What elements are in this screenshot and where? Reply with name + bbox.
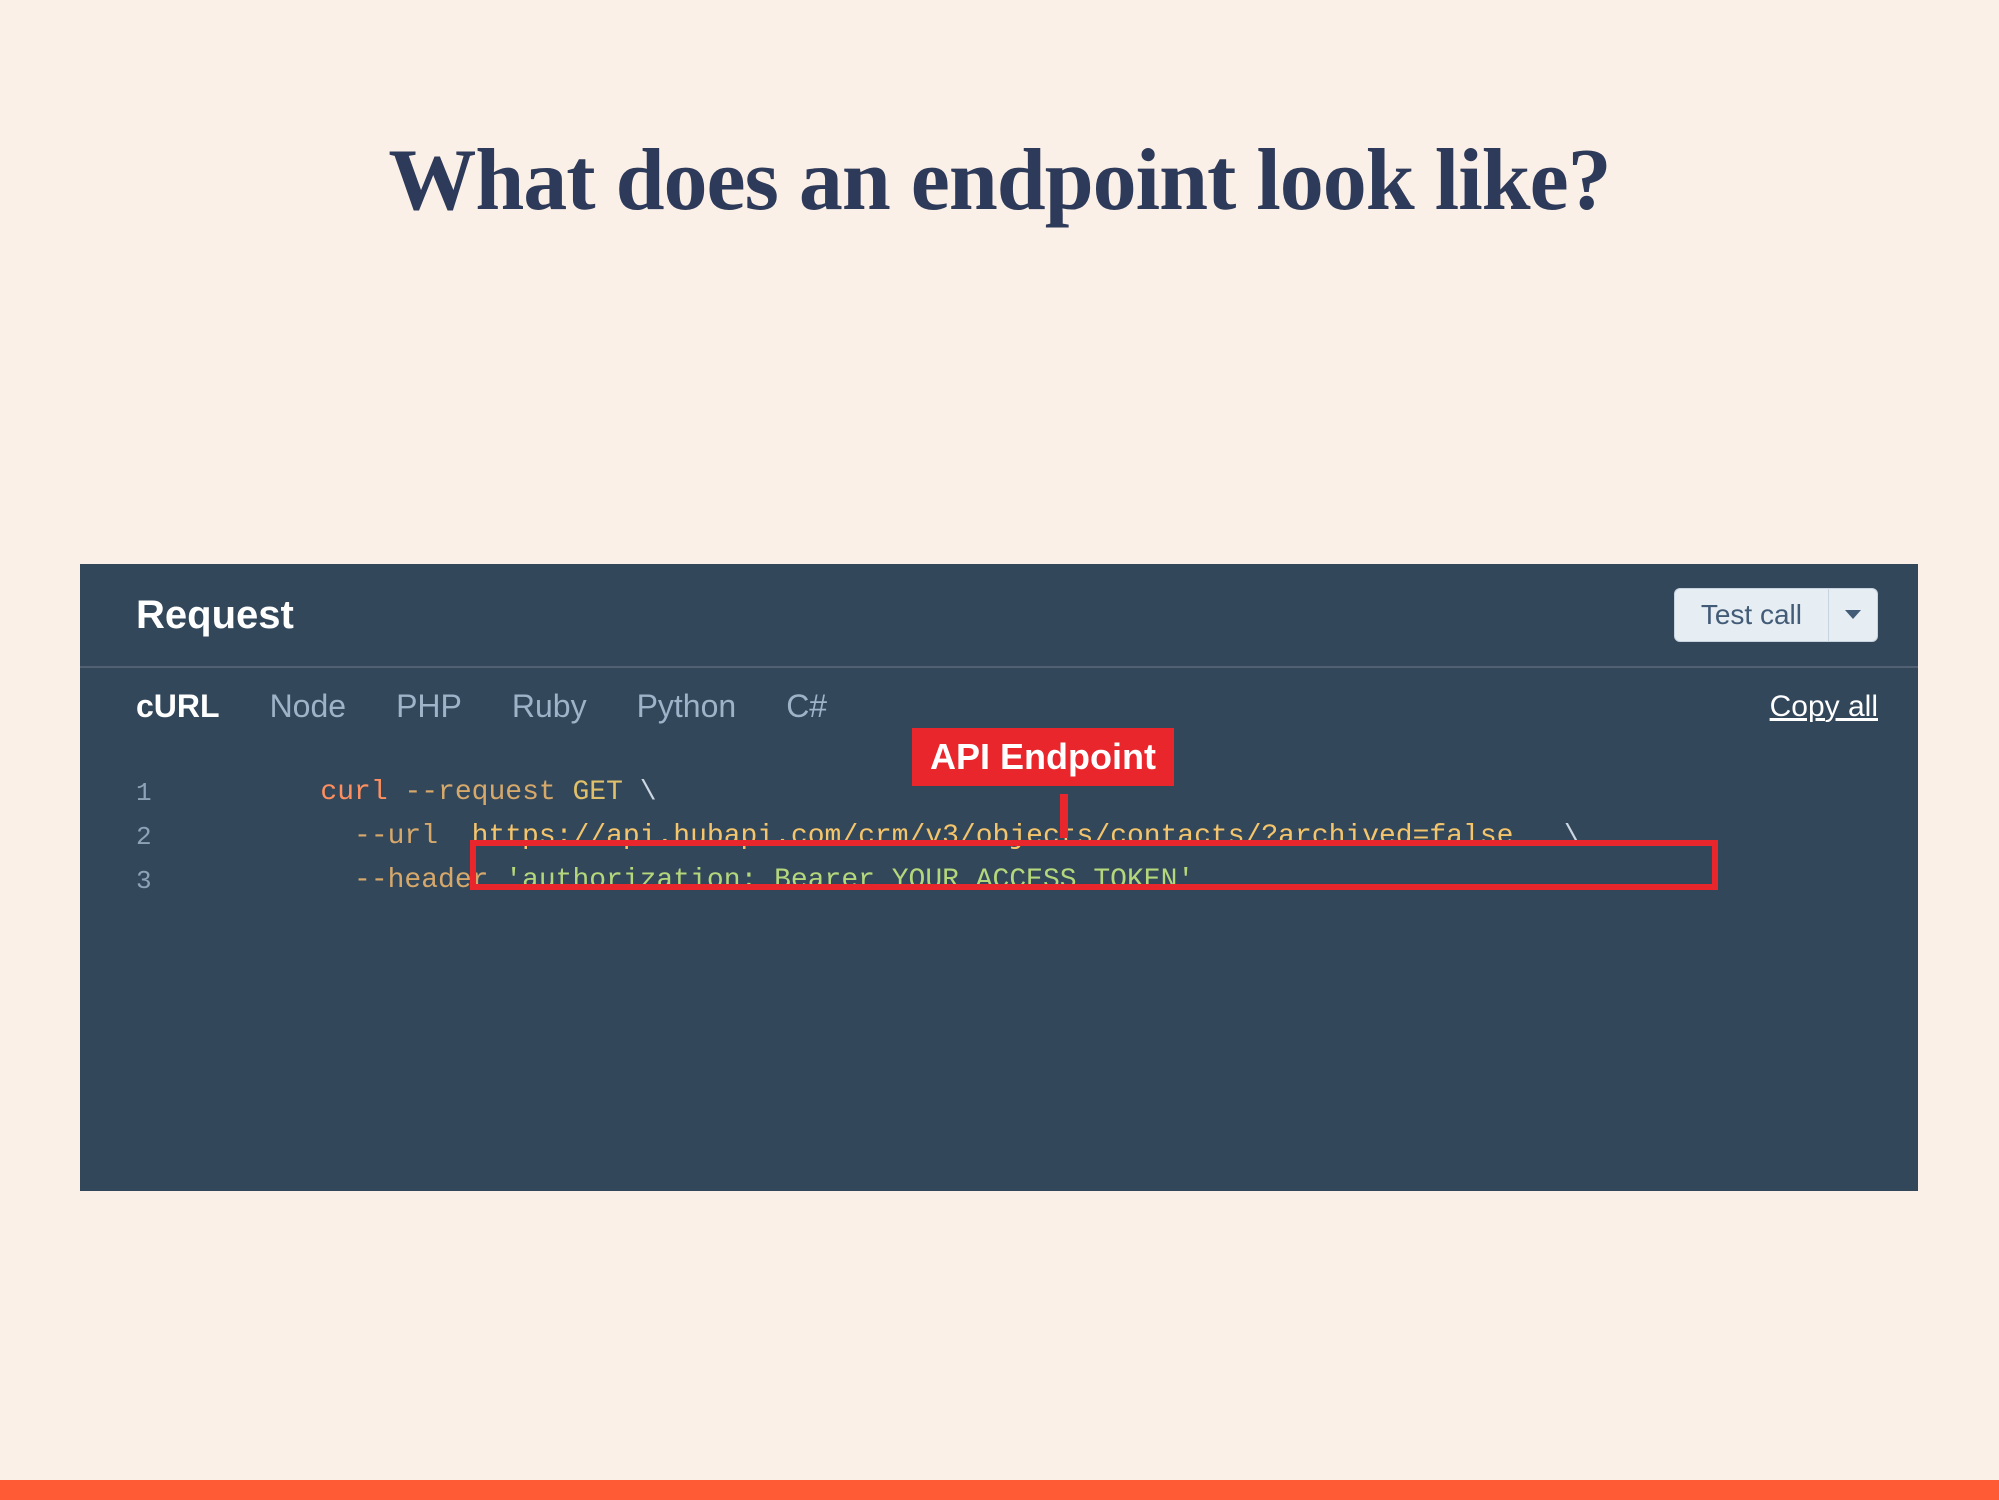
chevron-down-icon[interactable] [1829, 589, 1877, 641]
annotation-label: API Endpoint [912, 728, 1174, 786]
page-title: What does an endpoint look like? [0, 130, 1999, 231]
panel-header-title: Request [136, 593, 294, 638]
tab-curl[interactable]: cURL [136, 688, 220, 725]
line-number: 3 [136, 859, 186, 903]
footer: HubSp t [0, 1480, 1999, 1500]
test-call-label: Test call [1675, 589, 1829, 641]
panel-header: Request Test call [80, 564, 1918, 668]
test-call-button[interactable]: Test call [1674, 588, 1878, 642]
line-number: 1 [136, 771, 186, 815]
tab-ruby[interactable]: Ruby [512, 688, 587, 725]
line-number: 2 [136, 815, 186, 859]
tab-php[interactable]: PHP [396, 688, 462, 725]
annotation-connector [1060, 794, 1068, 838]
tab-node[interactable]: Node [270, 688, 347, 725]
tab-python[interactable]: Python [637, 688, 737, 725]
annotation-highlight-box [470, 840, 1718, 890]
request-panel: Request Test call cURL Node PHP Ruby Pyt… [80, 564, 1918, 1191]
language-tabs: cURL Node PHP Ruby Python C# [136, 688, 827, 725]
copy-all-link[interactable]: Copy all [1770, 690, 1878, 724]
tab-csharp[interactable]: C# [786, 688, 827, 725]
